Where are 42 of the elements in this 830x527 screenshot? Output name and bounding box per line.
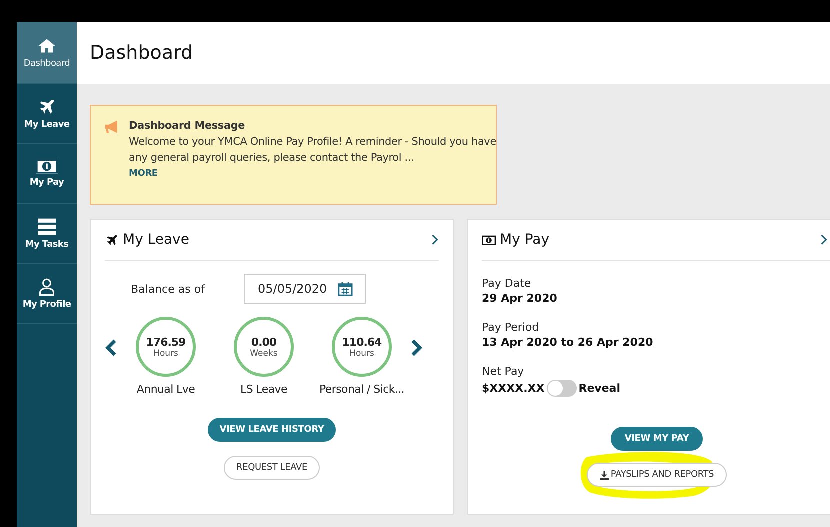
balance-label: Personal / Sick... [319,383,404,396]
button[interactable]: REQUEST LEAVE [224,456,320,480]
balance-value: 110.64 [342,336,382,348]
toggle-label: Reveal [578,382,620,395]
chevron-right-icon [411,339,423,357]
card-title: My Leave [123,232,190,248]
chevron-right-icon [431,234,439,246]
field-value: $XXXX.XX [482,382,545,395]
balance-value: 176.59 [146,336,186,348]
message-title: Dashboard Message [129,119,246,134]
field-value: 29 Apr 2020 [482,292,558,305]
field-label: Pay Period [482,320,540,336]
field-label: Net Pay [482,364,526,380]
balance-value: 0.00 [251,336,277,348]
balance-label: Balance as of [131,282,206,296]
list-icon [37,218,57,236]
card-title: My Pay [500,232,550,248]
balance-label: Annual Lve [136,383,196,396]
banknote-icon [36,159,58,174]
page-title: Dashboard [90,42,194,64]
balance-label: LS Leave [240,383,288,396]
download-icon [600,470,609,480]
button[interactable]: PAYSLIPS AND REPORTS [586,463,728,487]
chevron-right-icon [820,234,828,246]
sidebar-item[interactable]: Dashboard [17,22,77,84]
calendar-icon [338,281,353,297]
person-icon [37,278,57,296]
button[interactable]: VIEW LEAVE HISTORY [208,418,336,442]
more-link[interactable]: MORE [129,169,501,179]
balance-unit: Hours [350,348,374,358]
date-field[interactable]: 05/05/2020 [244,274,366,304]
airplane-icon [105,234,119,246]
banknote-icon [482,234,496,246]
toggle-switch[interactable] [546,380,577,397]
button[interactable]: VIEW MY PAY [610,427,704,451]
balance-unit: Weeks [250,348,278,358]
message-text: Welcome to your YMCA Online Pay Profile! A reminder - Should you have any general payroll queries, please contact the Payrol ... [129,135,498,166]
field-label: Pay Date [482,276,532,292]
field-value: 13 Apr 2020 to 26 Apr 2020 [482,336,654,349]
house-icon [37,36,57,54]
chevron-left-icon [105,339,117,357]
balance-unit: Hours [154,348,178,358]
